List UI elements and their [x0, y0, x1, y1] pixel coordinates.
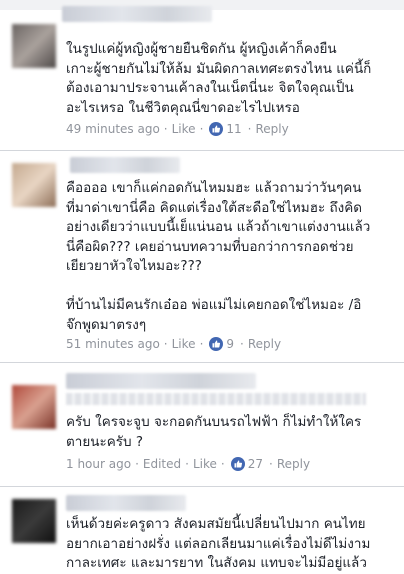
comment-2: คืออออ เขาก็แค่กอดกันไหมมฮะ แล้วถามว่าวั… — [0, 150, 404, 361]
edited-label[interactable]: Edited — [143, 457, 181, 471]
avatar[interactable] — [12, 24, 56, 68]
separator-dot: · — [199, 337, 204, 351]
separator-dot: · — [163, 122, 168, 136]
reply-button[interactable]: Reply — [277, 457, 310, 471]
separator-dot: · — [247, 122, 252, 136]
like-button[interactable]: Like — [172, 337, 196, 351]
reply-button[interactable]: Reply — [248, 337, 281, 351]
separator-dot: · — [185, 457, 189, 471]
like-button[interactable]: Like — [193, 457, 217, 471]
thumbs-up-icon[interactable] — [209, 337, 224, 351]
comment-meta: 51 minutes ago · Like · 9 · Reply — [66, 337, 281, 351]
like-count[interactable]: 11 — [226, 122, 241, 136]
reply-button[interactable]: Reply — [256, 122, 289, 136]
like-button[interactable]: Like — [172, 122, 196, 136]
commenter-name[interactable] — [66, 495, 186, 511]
comment-1: ในรูปแค่ผู้หญิงผู้ชายยืนชิดกัน ผู้หญิงเค… — [0, 2, 404, 150]
thumbs-up-icon[interactable] — [209, 122, 224, 136]
like-count[interactable]: 9 — [226, 337, 234, 351]
like-count[interactable]: 27 — [248, 457, 263, 471]
avatar[interactable] — [12, 385, 56, 429]
comment-4: เห็นด้วยค่ะครูดาว สังคมสมัยนี้เปลี่ยนไปม… — [0, 486, 404, 573]
comment-text: คืออออ เขาก็แค่กอดกันไหมมฮะ แล้วถามว่าวั… — [66, 180, 371, 333]
comment-text: ครับ ใครจะจูบ จะกอดกันบนรถไฟฟ้า ก็ไม่ทำใ… — [66, 414, 362, 450]
avatar[interactable] — [12, 163, 56, 207]
separator-dot: · — [199, 122, 204, 136]
comment-time[interactable]: 1 hour ago — [66, 457, 131, 471]
thumbs-up-icon[interactable] — [230, 457, 245, 471]
separator-dot: · — [220, 457, 225, 471]
comment-feed: ในรูปแค่ผู้หญิงผู้ชายยืนชิดกัน ผู้หญิงเค… — [0, 0, 404, 572]
comment-meta: 49 minutes ago · Like · 11 · Reply — [66, 122, 289, 136]
commenter-name[interactable] — [70, 157, 180, 173]
separator-dot: · — [240, 337, 244, 351]
separator-dot: · — [163, 337, 168, 351]
avatar[interactable] — [12, 499, 56, 543]
comment-3: ครับ ใครจะจูบ จะกอดกันบนรถไฟฟ้า ก็ไม่ทำใ… — [0, 362, 404, 485]
commenter-name[interactable] — [66, 373, 256, 389]
comment-text: เห็นด้วยค่ะครูดาว สังคมสมัยนี้เปลี่ยนไปม… — [66, 516, 371, 571]
commenter-name[interactable] — [62, 6, 212, 22]
comment-time[interactable]: 51 minutes ago — [66, 337, 160, 351]
commenter-name-ghost — [66, 393, 366, 405]
comment-meta: 1 hour ago · Edited · Like · 27 · Reply — [66, 457, 310, 471]
comment-time[interactable]: 49 minutes ago — [66, 122, 160, 136]
separator-dot: · — [269, 457, 273, 471]
separator-dot: · — [135, 457, 139, 471]
comment-text: ในรูปแค่ผู้หญิงผู้ชายยืนชิดกัน ผู้หญิงเค… — [66, 41, 372, 116]
